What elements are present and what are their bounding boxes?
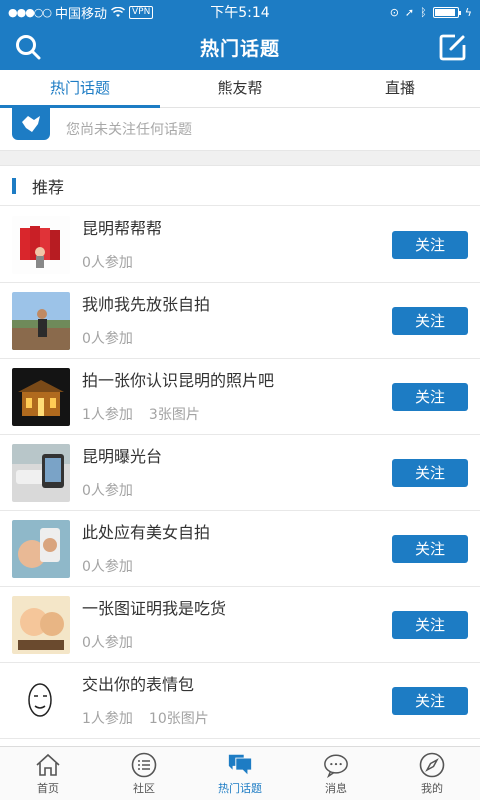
compose-icon [439,34,466,61]
bottom-tab-label: 消息 [325,781,347,795]
bottom-tab-label: 首页 [37,781,59,795]
participant-count: 0人参加 [82,634,133,651]
list-item[interactable]: 我帅我先放张自拍 0人参加 关注 [0,283,480,359]
topic-thumbnail [12,367,70,426]
bottom-tab-bar: 首页 社区 热门话题 消息 我的 [0,746,480,800]
page-title: 热门话题 [199,37,280,60]
notice-text: 您尚未关注任何话题 [66,122,192,138]
topic-thumbnail [12,215,70,274]
topic-thumbnail [12,443,70,502]
charging-icon: ϟ [464,5,472,19]
chat-bubbles-icon [227,752,253,778]
tab-live[interactable]: 直播 [320,70,480,107]
participant-count: 0人参加 [82,482,133,499]
search-icon [16,35,41,60]
bottom-tab-label: 热门话题 [218,781,262,795]
list-item[interactable]: 昆明帮帮帮 0人参加 关注 [0,207,480,283]
bluetooth-icon: ᛒ [420,5,427,19]
topic-thumbnail [12,671,70,730]
follow-button[interactable]: 关注 [392,535,468,563]
location-icon: ➚ [404,5,415,19]
section-title: 推荐 [32,177,65,197]
bottom-tab-home[interactable]: 首页 [0,747,96,800]
status-bar: ●●●○○ 中国移动 VPN 下午5:14 ⊙ ➚ ᛒ ϟ [0,0,480,24]
bottom-tab-messages[interactable]: 消息 [288,747,384,800]
home-icon [35,752,61,778]
bottom-tab-mine[interactable]: 我的 [384,747,480,800]
tab-bear-friends[interactable]: 熊友帮 [160,70,320,107]
top-navbar: 热门话题 [0,24,480,70]
compass-icon [419,752,445,778]
follow-button[interactable]: 关注 [392,307,468,335]
bottom-tab-label: 社区 [133,781,155,795]
lock-rotation-icon: ⊙ [389,5,399,19]
message-icon [323,752,349,778]
list-item[interactable]: 一张图证明我是吃货 0人参加 关注 [0,587,480,663]
battery-icon [432,6,461,18]
wifi-icon [111,6,126,17]
participant-count: 0人参加 [82,254,133,271]
image-count: 3张图片 [148,406,200,423]
tab-hot-topics[interactable]: 热门话题 [0,70,160,108]
search-button[interactable] [13,32,43,62]
signal-icon: ●●●○○ [8,5,52,19]
follow-button[interactable]: 关注 [392,611,468,639]
participant-count: 1人参加 [82,406,133,423]
section-divider [0,150,480,166]
follow-button[interactable]: 关注 [392,231,468,259]
topic-thumbnail [12,595,70,654]
participant-count: 1人参加 [82,710,133,727]
image-count: 10张图片 [148,710,209,727]
section-accent-bar [12,177,16,194]
bottom-tab-community[interactable]: 社区 [96,747,192,800]
participant-count: 0人参加 [82,330,133,347]
follow-button[interactable]: 关注 [392,459,468,487]
recommend-section-header: 推荐 [0,166,480,206]
list-item[interactable]: 交出你的表情包 1人参加 10张图片 关注 [0,663,480,739]
topic-list: 昆明帮帮帮 0人参加 关注 我帅我先放张自拍 0人参加 关注 拍一张你认识昆明的… [0,207,480,739]
compose-button[interactable] [438,32,468,62]
follow-button[interactable]: 关注 [392,383,468,411]
bottom-tab-hot-topics[interactable]: 热门话题 [192,747,288,800]
bottom-tab-label: 我的 [421,781,443,795]
topic-tabs: 热门话题 熊友帮 直播 [0,70,480,108]
participant-count: 0人参加 [82,558,133,575]
follow-button[interactable]: 关注 [392,687,468,715]
list-item[interactable]: 昆明曝光台 0人参加 关注 [0,435,480,511]
topic-thumbnail [12,291,70,350]
list-item[interactable]: 拍一张你认识昆明的照片吧 1人参加 3张图片 关注 [0,359,480,435]
vpn-badge: VPN [129,5,154,19]
list-item[interactable]: 此处应有美女自拍 0人参加 关注 [0,511,480,587]
list-icon [131,752,157,778]
topic-thumbnail [12,519,70,578]
follow-notice: 您尚未关注任何话题 [0,108,480,150]
carrier-label: 中国移动 [55,6,108,22]
topic-badge-icon [12,108,50,140]
